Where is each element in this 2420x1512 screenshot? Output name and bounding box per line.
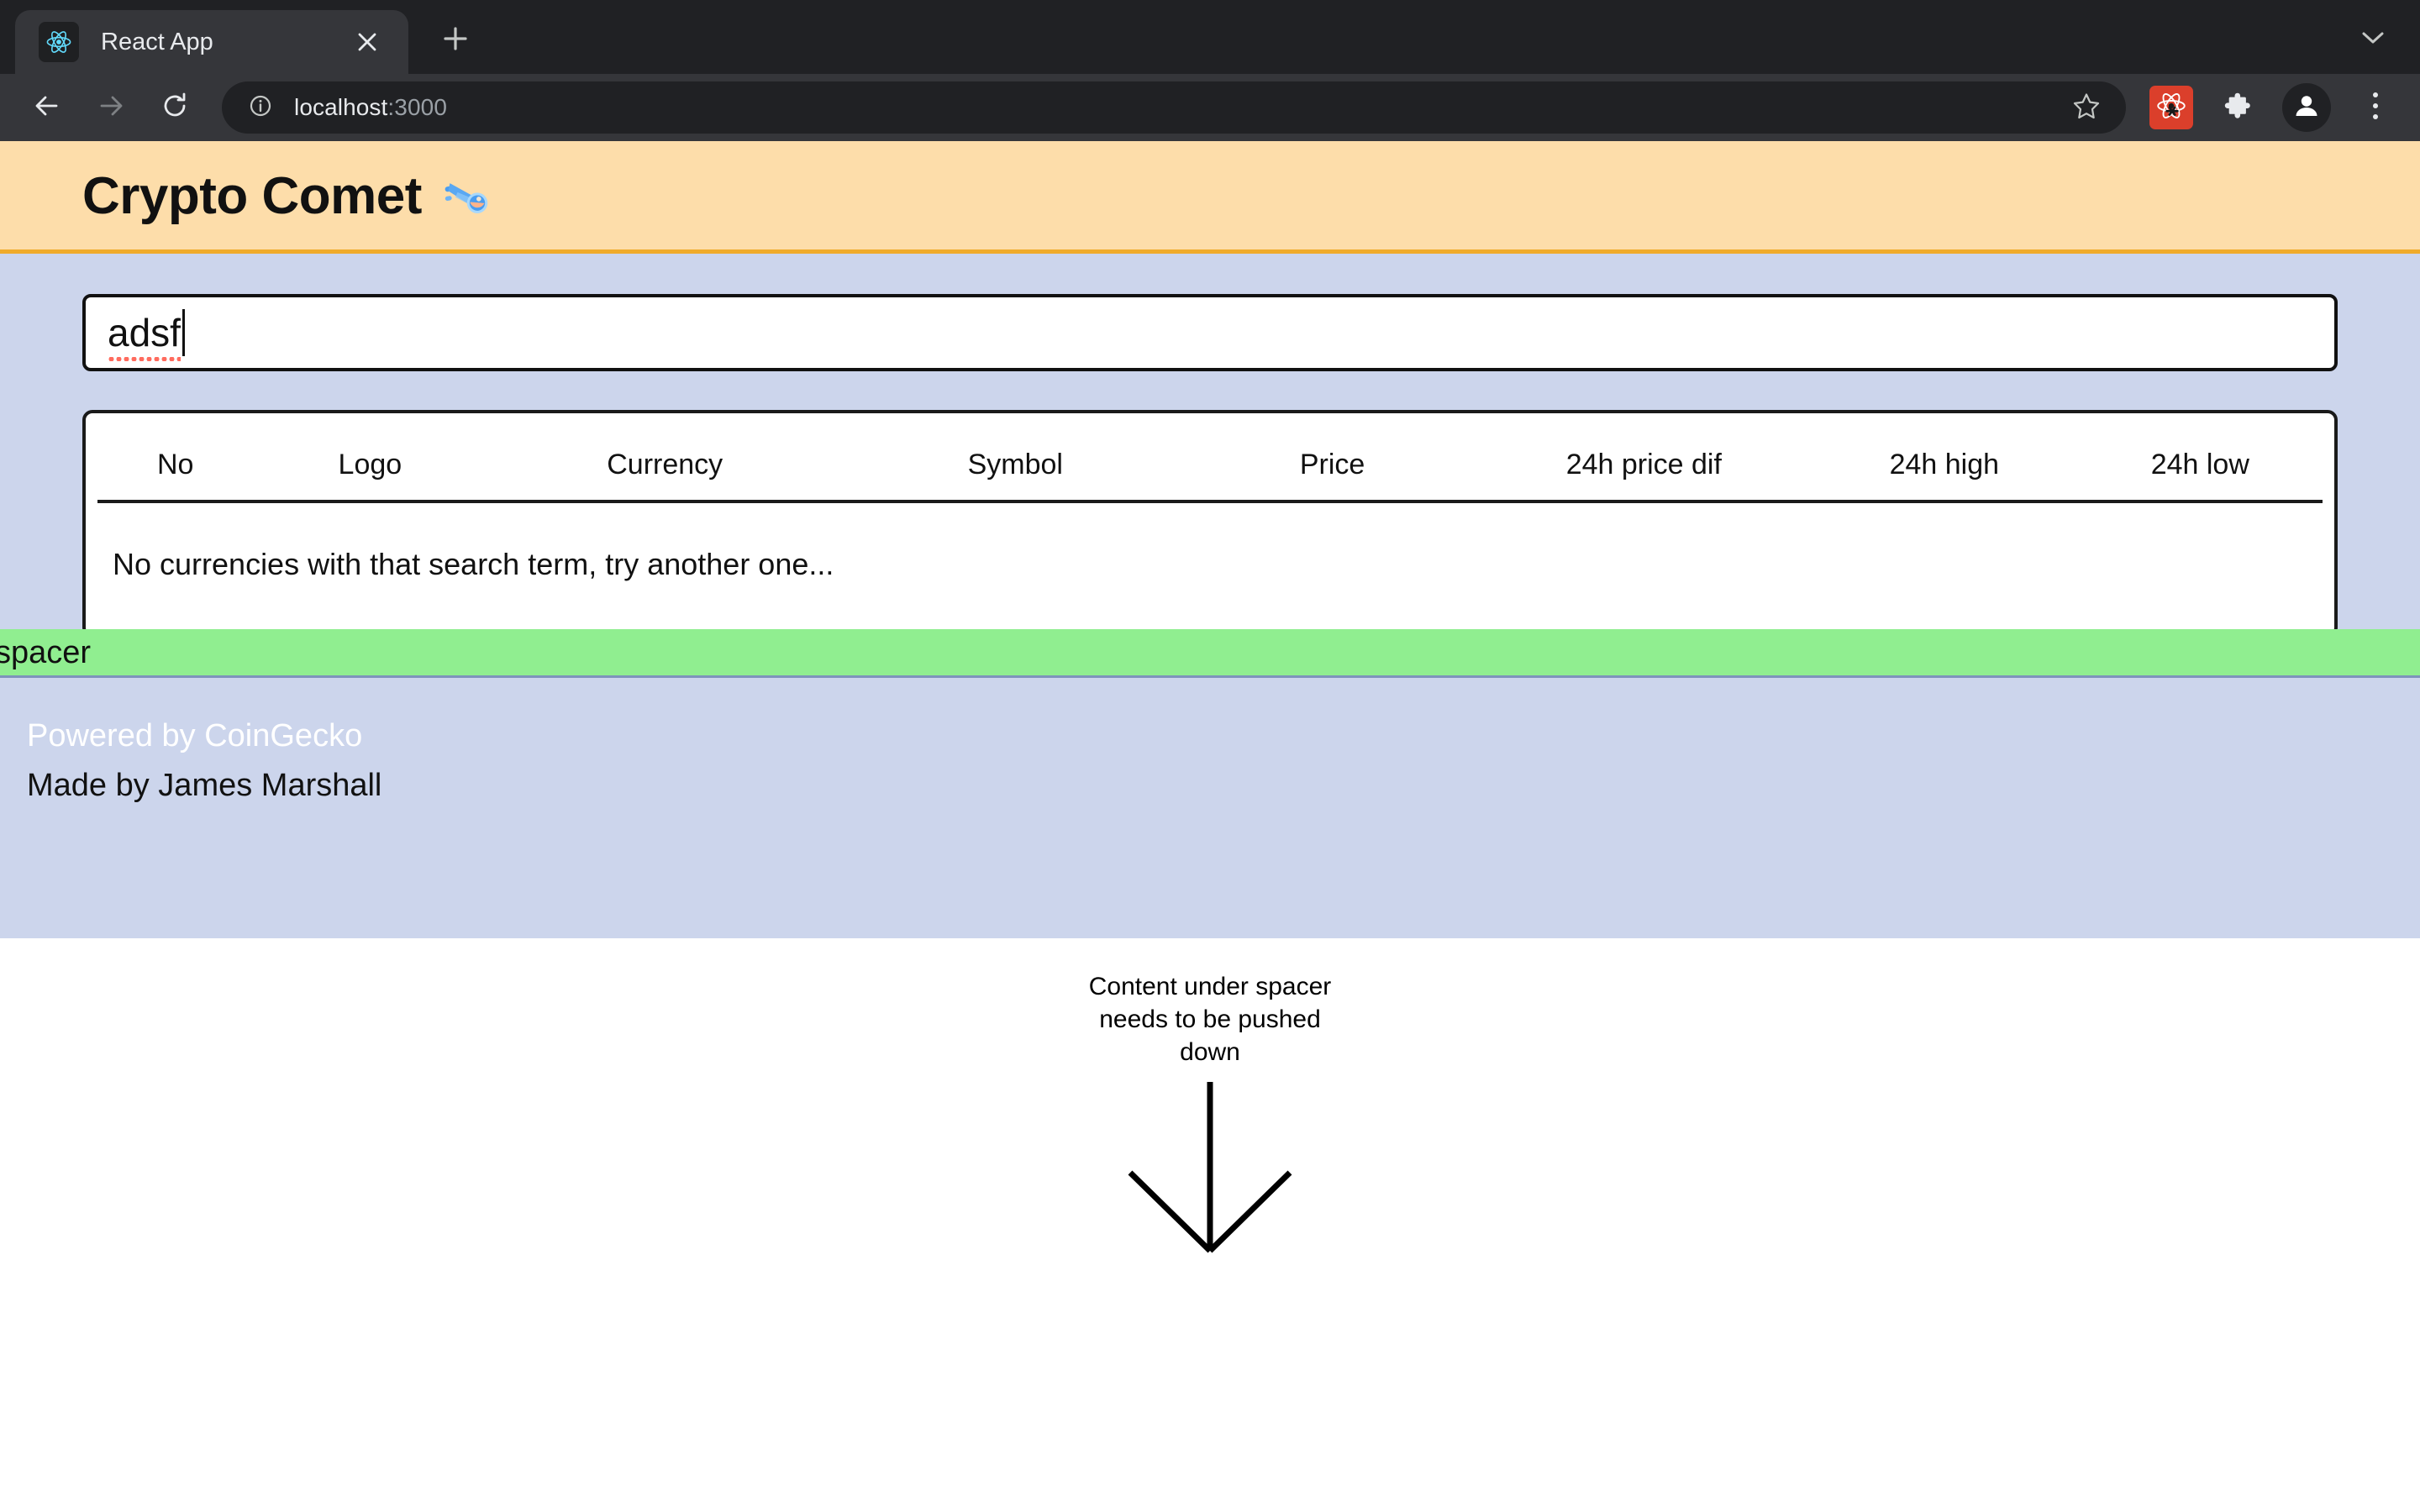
address-bar[interactable]: localhost:3000 (222, 81, 2126, 134)
column-header-no[interactable]: No (97, 449, 253, 481)
app-title: Crypto Comet (82, 167, 422, 225)
forward-arrow-icon (95, 90, 127, 126)
reload-icon (159, 90, 191, 126)
close-icon[interactable] (348, 23, 387, 61)
search-input[interactable]: adsf (82, 294, 2338, 371)
react-devtools-extension-icon (2154, 88, 2189, 128)
account-avatar-icon (2291, 91, 2322, 125)
react-devtools-extension-button[interactable] (2149, 86, 2193, 129)
empty-state-message: No currencies with that search term, try… (113, 547, 834, 581)
annotation-line-2: needs to be pushed (1099, 1005, 1321, 1033)
back-arrow-icon (31, 90, 63, 126)
star-icon (2072, 92, 2101, 124)
search-value-text: adsf (108, 311, 181, 354)
annotation-overlay: Content under spacer needs to be pushed … (0, 938, 2420, 1259)
annotation-line-3: down (1180, 1038, 1240, 1066)
table-header-row: No Logo Currency Symbol Price 24h price … (97, 413, 2323, 503)
column-header-24h-high[interactable]: 24h high (1811, 449, 2078, 481)
profile-button[interactable] (2282, 83, 2331, 132)
powered-by-text: Powered by CoinGecko (27, 718, 363, 753)
down-arrow-icon (1126, 1080, 1294, 1259)
react-logo-icon (39, 22, 79, 62)
annotation-line-1: Content under spacer (1088, 973, 1332, 1000)
chevron-down-icon (2362, 31, 2384, 49)
annotation-text: Content under spacer needs to be pushed … (1071, 970, 1349, 1068)
search-input-value: adsf (108, 311, 181, 361)
column-header-symbol[interactable]: Symbol (843, 449, 1187, 481)
currency-table: No Logo Currency Symbol Price 24h price … (82, 410, 2338, 638)
spacer-label: spacer (0, 634, 92, 670)
column-header-currency[interactable]: Currency (487, 449, 843, 481)
url-host: localhost (294, 94, 388, 120)
app-footer: Powered by CoinGecko Made by James Marsh… (0, 678, 2420, 938)
search-section: adsf (0, 254, 2420, 371)
crypto-comet-app: Crypto Comet adsf No Logo Currency Symbo… (0, 141, 2420, 938)
column-header-logo[interactable]: Logo (253, 449, 487, 481)
column-header-24h-price-dif[interactable]: 24h price dif (1477, 449, 1811, 481)
tab-search-button[interactable] (2348, 17, 2398, 62)
tab-title: React App (101, 28, 213, 55)
made-by-text: Made by James Marshall (27, 768, 382, 803)
browser-tab-react-app[interactable]: React App (15, 10, 408, 74)
text-caret (182, 309, 185, 356)
browser-toolbar: localhost:3000 (0, 74, 2420, 141)
puzzle-piece-icon (2222, 90, 2254, 126)
spacer-bar: spacer (0, 629, 2420, 678)
three-dot-menu-icon (2370, 89, 2381, 127)
plus-icon (442, 25, 469, 56)
info-circle-icon[interactable] (247, 92, 274, 123)
column-header-price[interactable]: Price (1188, 449, 1477, 481)
back-button[interactable] (15, 76, 79, 139)
page-viewport: Crypto Comet adsf No Logo Currency Symbo… (0, 141, 2420, 1259)
app-header: Crypto Comet (0, 141, 2420, 254)
browser-window: React App localhost:3000 (0, 0, 2420, 141)
reload-button[interactable] (143, 76, 207, 139)
address-bar-url: localhost:3000 (294, 94, 447, 121)
bookmark-button[interactable] (2060, 81, 2112, 134)
forward-button[interactable] (79, 76, 143, 139)
table-section: No Logo Currency Symbol Price 24h price … (0, 371, 2420, 638)
new-tab-button[interactable] (427, 12, 484, 69)
column-header-24h-low[interactable]: 24h low (2078, 449, 2323, 481)
browser-menu-button[interactable] (2349, 81, 2402, 134)
comet-icon (444, 173, 491, 220)
tab-strip: React App (0, 0, 2420, 74)
spellcheck-underline (108, 357, 181, 361)
url-port: :3000 (387, 94, 447, 120)
extensions-button[interactable] (2212, 81, 2264, 134)
